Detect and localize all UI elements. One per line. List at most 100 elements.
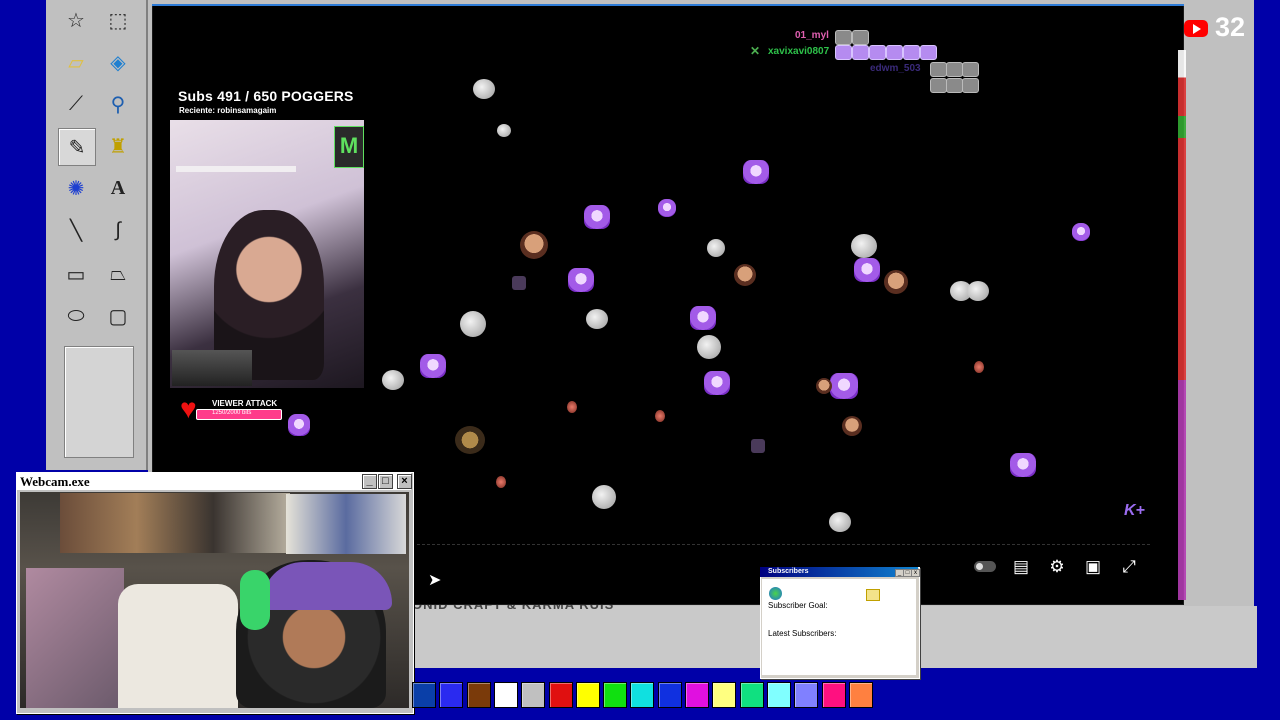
emote [884,270,908,294]
recent-sub-text: Reciente: robinsamagaim [179,106,277,115]
webcam-cap [262,562,392,610]
globe-icon [769,587,782,600]
subscribers-window-body [762,579,916,675]
brush-icon[interactable]: ♜ [100,128,136,164]
webcam-headset [240,570,270,630]
palette-swatch[interactable] [549,682,573,708]
palette-swatch[interactable] [630,682,654,708]
palette-swatch[interactable] [439,682,463,708]
emote [497,124,511,137]
subtitles-icon[interactable]: ▤ [1009,556,1033,578]
palette-swatch[interactable] [740,682,764,708]
emote [520,231,548,259]
chat-user: xavixavi0807 [768,46,830,57]
emote [512,276,526,290]
palette-swatch[interactable] [412,682,436,708]
fullscreen-icon[interactable]: ⤢ [1117,556,1141,578]
emote [734,264,756,286]
chat-emote [962,62,979,77]
youtube-icon [1184,20,1208,37]
heart-icon: ♥ [180,393,197,424]
webcam-window-title: Webcam.exe [17,473,411,490]
emote [1010,453,1036,477]
chat-emote [962,78,979,93]
emote [816,378,832,394]
chat-user: 01_myl [795,30,829,41]
emote [974,361,984,373]
emote [592,485,616,509]
chat-emote [930,62,947,77]
palette-swatch[interactable] [576,682,600,708]
free-select-icon[interactable]: ☆ [58,2,94,38]
palette-swatch[interactable] [658,682,682,708]
webcam-chair [118,584,238,708]
emote [382,370,404,390]
emote [842,416,862,436]
chat-emote [835,30,852,45]
eraser-icon[interactable]: ▱ [58,44,94,80]
pencil-icon[interactable]: ✎ [58,128,96,166]
chat-emote [946,62,963,77]
viewer-count: 32 [1215,12,1246,42]
chat-emote [852,45,869,60]
viewer-attack-progress: 1250/2000 bits [212,410,252,416]
palette-swatch[interactable] [685,682,709,708]
rect-select-icon[interactable]: ⬚ [100,2,136,38]
palette-swatch[interactable] [849,682,873,708]
chat-emote [920,45,937,60]
channel-watermark: K+ [1124,502,1145,519]
palette-swatch[interactable] [822,682,846,708]
subscriber-goal-label: Subscriber Goal: [768,601,828,610]
emote [655,410,665,422]
palette-swatch[interactable] [712,682,736,708]
webcam-shelf-items [286,494,406,554]
emote [586,309,608,329]
rounded-rectangle-icon[interactable]: ▢ [100,298,136,334]
airbrush-icon[interactable]: ✺ [58,170,94,206]
side-panel-strip [1178,50,1186,600]
fill-bucket-icon[interactable]: ◈ [100,44,136,80]
camera-shelf [176,166,296,172]
emote [697,335,721,359]
emote [967,281,989,301]
line-icon[interactable]: ╲ [58,212,94,248]
emote [288,414,310,436]
camera-keyboard [172,350,252,386]
autoplay-toggle[interactable] [974,561,996,572]
emote [584,205,610,229]
palette-swatch[interactable] [794,682,818,708]
chat-emote [835,45,852,60]
theater-mode-icon[interactable]: ▣ [1081,556,1105,578]
rectangle-icon[interactable]: ▭ [58,256,94,292]
color-picker-icon[interactable]: ⟋ [58,86,94,122]
emote [743,160,769,184]
webcam-maximize-button[interactable]: □ [378,474,393,489]
monster-can-icon: M [334,126,364,168]
settings-gear-icon[interactable]: ⚙ [1045,556,1069,578]
palette-swatch[interactable] [467,682,491,708]
emote [690,306,716,330]
emote [496,476,506,488]
emote [460,311,486,337]
magnifier-icon[interactable]: ⚲ [100,86,136,122]
curve-icon[interactable]: ∫ [100,212,136,248]
subscribers-title-text: Subscribers [768,568,809,575]
polygon-icon[interactable]: ⏢ [100,256,136,292]
text-tool-icon[interactable]: A [100,170,136,206]
tool-options-box[interactable] [64,346,134,458]
webcam-close-button[interactable]: × [397,474,412,489]
video-progress-bar[interactable] [412,544,1150,546]
close-button[interactable]: x [911,569,920,577]
chat-emote [930,78,947,93]
palette-swatch[interactable] [603,682,627,708]
chat-emote [886,45,903,60]
palette-swatch[interactable] [767,682,791,708]
webcam-minimize-button[interactable]: _ [362,474,377,489]
emote [473,79,495,99]
palette-swatch[interactable] [494,682,518,708]
ellipse-icon[interactable]: ⬭ [58,298,94,334]
webcam-title-text: Webcam.exe [20,474,90,489]
palette-swatch[interactable] [521,682,545,708]
emote [455,426,485,454]
chat-emote [903,45,920,60]
